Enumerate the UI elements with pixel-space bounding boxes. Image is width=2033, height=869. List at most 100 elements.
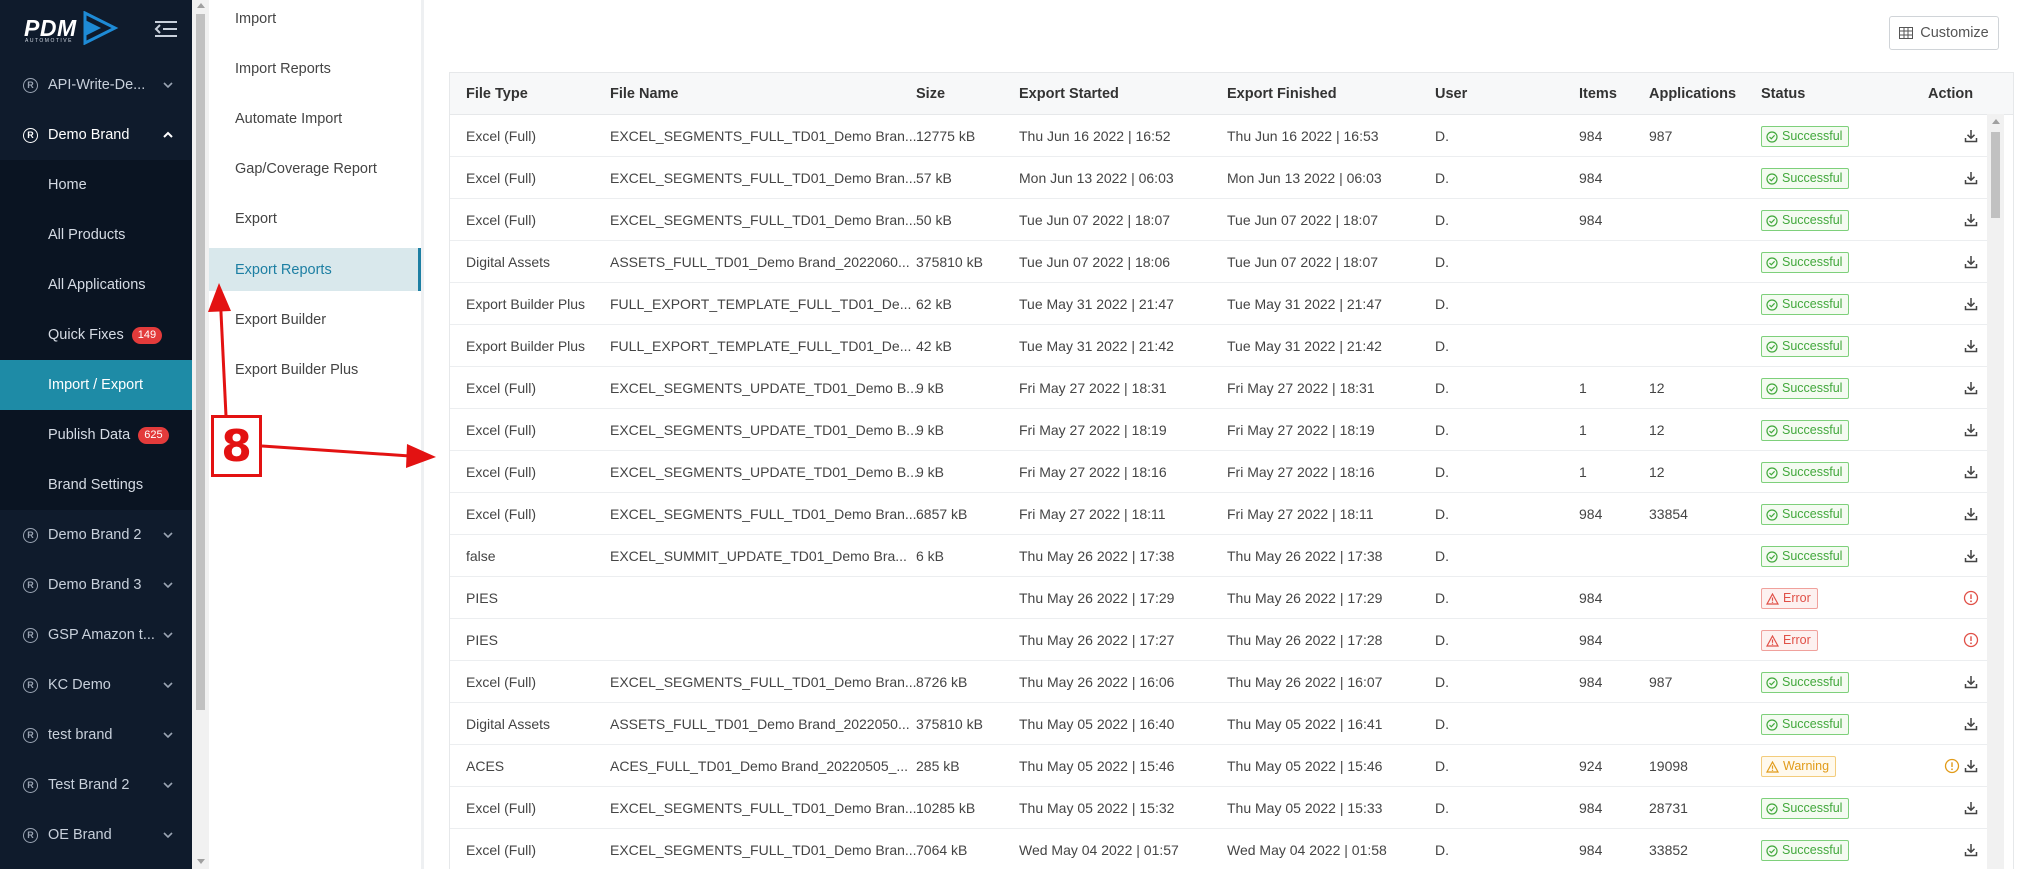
sidebar-brand-oe-brand[interactable]: R OE Brand [0,810,192,860]
download-icon[interactable] [1963,338,1979,354]
status-badge: Successful [1761,378,1850,399]
submenu-item-automate-import[interactable]: Automate Import [209,97,421,140]
submenu-item-export[interactable]: Export [209,198,421,241]
column-header-user[interactable]: User [1435,73,1467,115]
app-logo[interactable]: PDM AUTOMOTIVE [24,11,119,45]
table-row[interactable]: Export Builder Plus FULL_EXPORT_TEMPLATE_… [450,325,1998,367]
column-header-action[interactable]: Action [1928,73,1973,115]
submenu-item-export-builder[interactable]: Export Builder [209,298,421,341]
sidebar-brand-test-brand-2[interactable]: R Test Brand 2 [0,760,192,810]
submenu-item-export-builder-plus[interactable]: Export Builder Plus [209,348,421,391]
download-icon[interactable] [1963,674,1979,690]
submenu-item-gap-coverage-report[interactable]: Gap/Coverage Report [209,148,421,191]
status-label: Successful [1782,213,1843,227]
table-row[interactable]: Excel (Full) EXCEL_SEGMENTS_FULL_TD01_Dem… [450,829,1998,869]
check-circle-icon [1766,172,1778,185]
table-row[interactable]: Excel (Full) EXCEL_SEGMENTS_UPDATE_TD01_D… [450,409,1998,451]
column-header-items[interactable]: Items [1579,73,1617,115]
table-row[interactable]: Excel (Full) EXCEL_SEGMENTS_FULL_TD01_Dem… [450,115,1998,157]
sidebar-scrollbar[interactable] [192,0,209,869]
column-header-export-finished[interactable]: Export Finished [1227,73,1337,115]
table-row[interactable]: Excel (Full) EXCEL_SEGMENTS_UPDATE_TD01_D… [450,367,1998,409]
cell-file-name: EXCEL_SEGMENTS_UPDATE_TD01_Demo B... [610,380,918,396]
sidebar-item-brand-settings[interactable]: Brand Settings [0,460,192,510]
cell-file-name: FULL_EXPORT_TEMPLATE_FULL_TD01_De... [610,338,912,354]
cell-export-started: Thu May 26 2022 | 16:06 [1019,674,1175,690]
download-icon[interactable] [1963,758,1979,774]
warning-info-icon[interactable] [1944,758,1960,774]
status-label: Successful [1782,801,1843,815]
sidebar-item-import-export[interactable]: Import / Export [0,360,192,410]
menu-collapse-icon[interactable] [153,18,179,40]
sidebar-brand-kc-demo[interactable]: R KC Demo [0,660,192,710]
sidebar-item-publish-data[interactable]: Publish Data 625 [0,410,192,460]
sidebar-brand-api-write-de[interactable]: R API-Write-De... [0,60,192,110]
download-icon[interactable] [1963,842,1979,858]
cell-file-type: Excel (Full) [466,842,537,858]
sidebar-item-quick-fixes[interactable]: Quick Fixes 149 [0,310,192,360]
scrollbar-thumb[interactable] [196,14,205,710]
table-row[interactable]: PIES Thu May 26 2022 | 17:27 Thu May 26 20… [450,619,1998,661]
table-row[interactable]: Excel (Full) EXCEL_SEGMENTS_FULL_TD01_Dem… [450,157,1998,199]
table-row[interactable]: ACES ACES_FULL_TD01_Demo Brand_20220505_.… [450,745,1998,787]
scroll-up-arrow-icon[interactable] [197,3,205,8]
sidebar-item-all-products[interactable]: All Products [0,210,192,260]
table-row[interactable]: Digital Assets ASSETS_FULL_TD01_Demo Bran… [450,241,1998,283]
scroll-up-arrow-icon[interactable] [1992,119,2000,124]
error-info-icon[interactable] [1963,590,1979,606]
table-row[interactable]: Excel (Full) EXCEL_SEGMENTS_FULL_TD01_Dem… [450,661,1998,703]
sidebar-brand-demo-brand[interactable]: R Demo Brand [0,110,192,160]
download-icon[interactable] [1963,128,1979,144]
column-header-file-name[interactable]: File Name [610,73,679,115]
cell-applications: 33852 [1649,842,1688,858]
table-row[interactable]: Digital Assets ASSETS_FULL_TD01_Demo Bran… [450,703,1998,745]
column-header-status[interactable]: Status [1761,73,1805,115]
table-row[interactable]: Export Builder Plus FULL_EXPORT_TEMPLATE_… [450,283,1998,325]
table-row[interactable]: Excel (Full) EXCEL_SEGMENTS_FULL_TD01_Dem… [450,493,1998,535]
submenu-item-import-reports[interactable]: Import Reports [209,47,421,90]
sidebar-brand-demo-brand-2[interactable]: R Demo Brand 2 [0,510,192,560]
submenu-item-import[interactable]: Import [209,0,421,40]
cell-size: 9 kB [916,464,945,480]
download-icon[interactable] [1963,254,1979,270]
sidebar-brand-gsp-amazon-t[interactable]: R GSP Amazon t... [0,610,192,660]
table-row[interactable]: PIES Thu May 26 2022 | 17:29 Thu May 26 20… [450,577,1998,619]
submenu-item-export-reports[interactable]: Export Reports [209,248,421,291]
download-icon[interactable] [1963,380,1979,396]
download-icon[interactable] [1963,716,1979,732]
column-header-file-type[interactable]: File Type [466,73,528,115]
status-label: Error [1783,591,1811,605]
table-row[interactable]: Excel (Full) EXCEL_SEGMENTS_FULL_TD01_Dem… [450,199,1998,241]
sidebar-brand-label: Test Brand 2 [48,777,130,793]
sidebar-item-all-applications[interactable]: All Applications [0,260,192,310]
download-icon[interactable] [1963,212,1979,228]
download-icon[interactable] [1963,170,1979,186]
column-header-export-started[interactable]: Export Started [1019,73,1119,115]
column-header-size[interactable]: Size [916,73,945,115]
sidebar-item-home[interactable]: Home [0,160,192,210]
cell-export-finished: Tue May 31 2022 | 21:42 [1227,338,1382,354]
table-row[interactable]: Excel (Full) EXCEL_SEGMENTS_FULL_TD01_Dem… [450,787,1998,829]
download-icon[interactable] [1963,296,1979,312]
table-row[interactable]: Excel (Full) EXCEL_SEGMENTS_UPDATE_TD01_D… [450,451,1998,493]
cell-items: 1 [1579,380,1587,396]
error-info-icon[interactable] [1963,632,1979,648]
table-scrollbar[interactable] [1987,114,2004,869]
download-icon[interactable] [1963,800,1979,816]
cell-user: D. [1435,590,1449,606]
cell-file-name: EXCEL_SEGMENTS_FULL_TD01_Demo Bran... [610,842,917,858]
column-header-applications[interactable]: Applications [1649,73,1736,115]
download-icon[interactable] [1963,548,1979,564]
download-icon[interactable] [1963,422,1979,438]
scroll-down-arrow-icon[interactable] [197,859,205,864]
cell-applications: 12 [1649,422,1665,438]
status-label: Successful [1782,717,1843,731]
download-icon[interactable] [1963,506,1979,522]
sidebar-brand-test-brand[interactable]: Rtest brand [0,710,192,760]
table-row[interactable]: false EXCEL_SUMMIT_UPDATE_TD01_Demo Bra..… [450,535,1998,577]
status-badge: Successful [1761,336,1850,357]
sidebar-brand-demo-brand-3[interactable]: R Demo Brand 3 [0,560,192,610]
download-icon[interactable] [1963,464,1979,480]
scrollbar-thumb[interactable] [1991,132,2000,218]
customize-button[interactable]: Customize [1889,16,1999,50]
